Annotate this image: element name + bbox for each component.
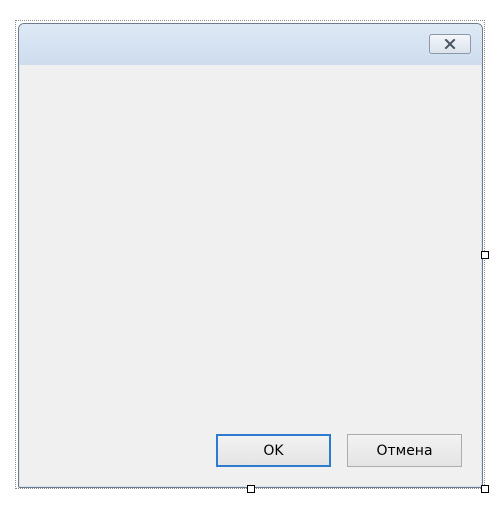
resize-grip-right[interactable] (481, 251, 489, 259)
cancel-button[interactable]: Отмена (347, 434, 462, 467)
close-icon (444, 39, 456, 49)
title-bar[interactable] (19, 24, 482, 65)
form-designer-surface: OK Отмена (0, 0, 504, 512)
resize-grip-corner[interactable] (481, 485, 489, 493)
close-button[interactable] (429, 34, 471, 54)
ok-button[interactable]: OK (216, 434, 331, 467)
resize-grip-bottom[interactable] (247, 485, 255, 493)
dialog-client-area: OK Отмена (23, 65, 478, 483)
dialog-window: OK Отмена (18, 23, 483, 488)
